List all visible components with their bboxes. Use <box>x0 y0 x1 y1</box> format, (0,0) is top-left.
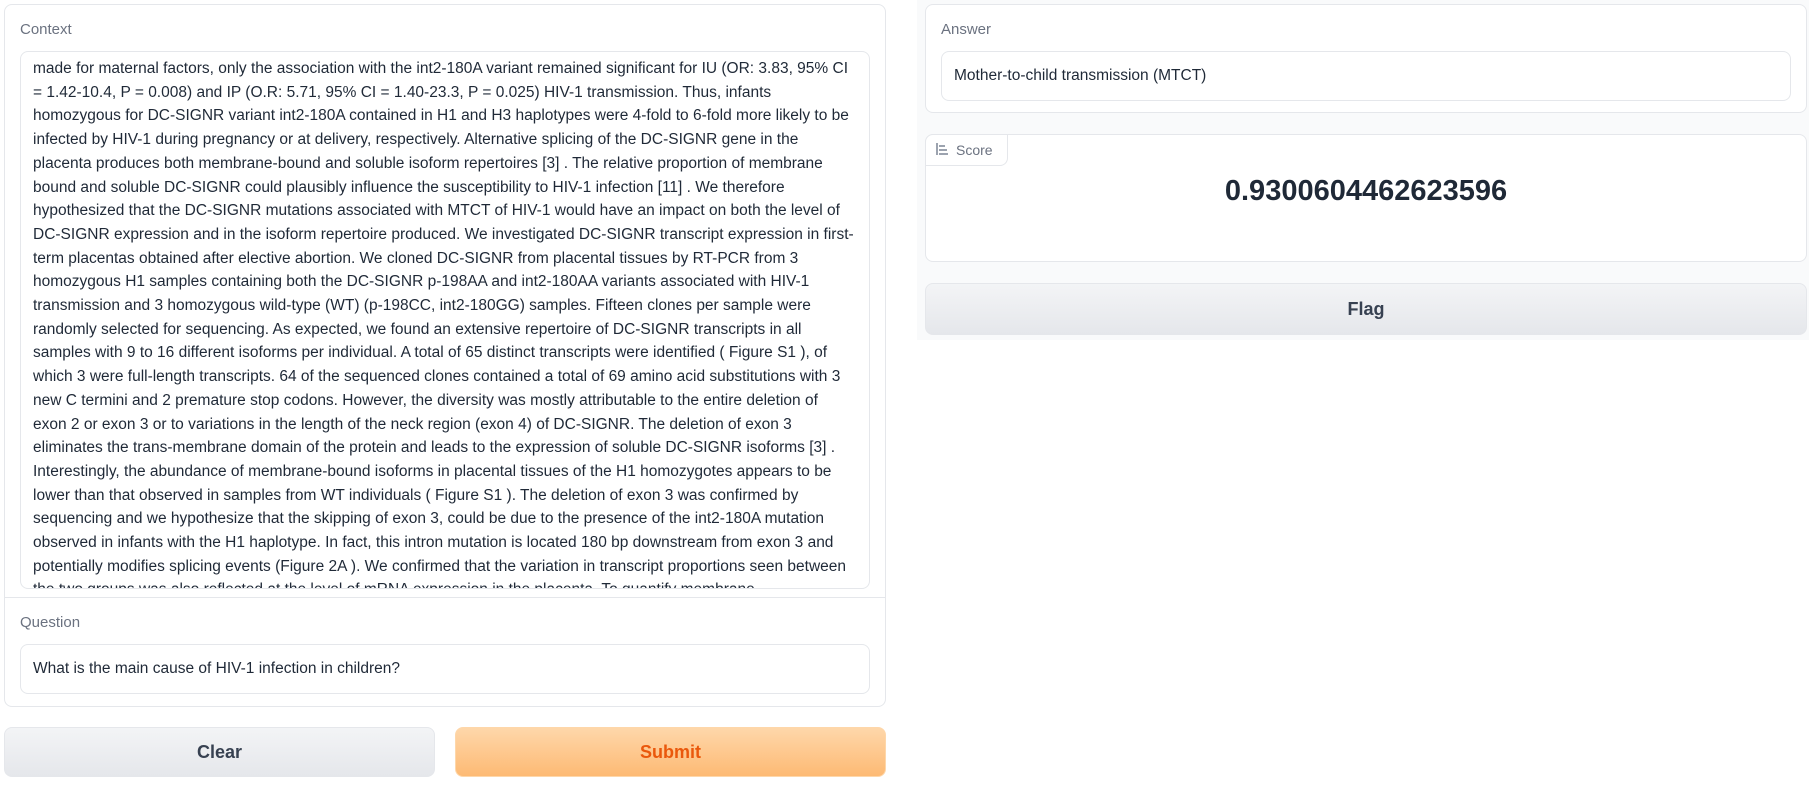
score-panel: Score 0.9300604462623596 <box>925 134 1807 262</box>
score-tab: Score <box>925 134 1008 166</box>
context-textarea[interactable]: made for maternal factors, only the asso… <box>20 51 870 589</box>
label-icon <box>936 142 948 158</box>
answer-label: Answer <box>941 21 992 38</box>
question-input[interactable]: What is the main cause of HIV-1 infectio… <box>20 644 870 694</box>
context-label: Context <box>20 21 72 38</box>
divider <box>5 597 885 598</box>
answer-panel: Answer Mother-to-child transmission (MTC… <box>925 4 1807 113</box>
submit-button[interactable]: Submit <box>455 727 886 777</box>
flag-button[interactable]: Flag <box>925 283 1807 335</box>
score-label: Score <box>956 142 993 158</box>
score-value: 0.9300604462623596 <box>1224 175 1508 207</box>
context-panel: Context made for maternal factors, only … <box>4 4 886 707</box>
clear-button[interactable]: Clear <box>4 727 435 777</box>
question-label: Question <box>20 614 81 631</box>
answer-output[interactable]: Mother-to-child transmission (MTCT) <box>941 51 1791 101</box>
